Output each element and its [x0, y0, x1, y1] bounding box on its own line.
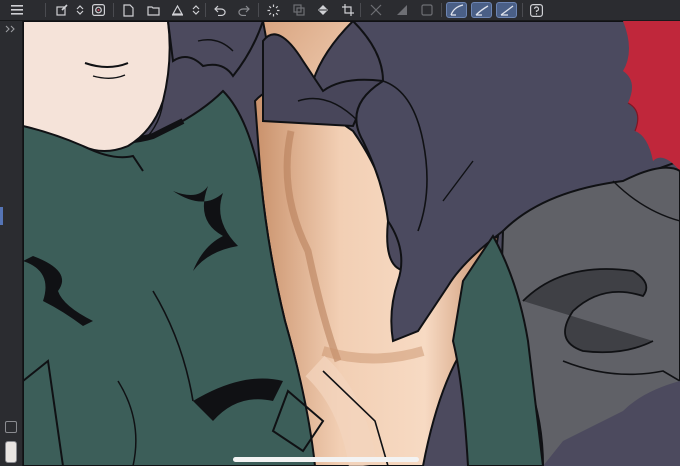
- stepper-icon[interactable]: [71, 2, 88, 18]
- toolbar-separator: [441, 3, 442, 17]
- color-swatch[interactable]: [5, 441, 17, 463]
- left-panel-strip: [0, 21, 23, 466]
- undo-icon[interactable]: [211, 2, 228, 18]
- toolbar-separator: [113, 3, 114, 17]
- drawing-canvas[interactable]: [23, 21, 680, 466]
- transform-icon[interactable]: [367, 2, 384, 18]
- toolbar-separator: [45, 3, 46, 17]
- home-indicator[interactable]: [233, 457, 419, 462]
- stroke-smooth-icon[interactable]: [446, 2, 467, 18]
- menu-icon[interactable]: [8, 2, 25, 18]
- expand-panel-icon[interactable]: [4, 24, 20, 34]
- selection-spinner-icon[interactable]: [265, 2, 282, 18]
- crop-icon[interactable]: [339, 2, 356, 18]
- app-window: [0, 0, 680, 466]
- deselect-icon[interactable]: [418, 2, 435, 18]
- panel-active-marker: [0, 207, 3, 225]
- edit-tool-icon[interactable]: [53, 2, 70, 18]
- toolbar-separator: [205, 3, 206, 17]
- illustration-artwork: [23, 21, 680, 466]
- export-icon[interactable]: [169, 2, 186, 18]
- redo-icon[interactable]: [235, 2, 252, 18]
- fill-bucket-icon[interactable]: [314, 2, 331, 18]
- stroke-sharp-icon[interactable]: [496, 2, 517, 18]
- layer-icon[interactable]: [290, 2, 307, 18]
- top-toolbar: [0, 0, 680, 21]
- toolbar-separator: [258, 3, 259, 17]
- help-icon[interactable]: [528, 2, 545, 18]
- gradient-icon[interactable]: [393, 2, 410, 18]
- panel-handle[interactable]: [5, 421, 17, 433]
- new-canvas-icon[interactable]: [120, 2, 137, 18]
- stroke-medium-icon[interactable]: [471, 2, 492, 18]
- stepper-icon[interactable]: [187, 2, 204, 18]
- toolbar-separator: [360, 3, 361, 17]
- open-folder-icon[interactable]: [145, 2, 162, 18]
- visibility-icon[interactable]: [90, 2, 107, 18]
- toolbar-separator: [522, 3, 523, 17]
